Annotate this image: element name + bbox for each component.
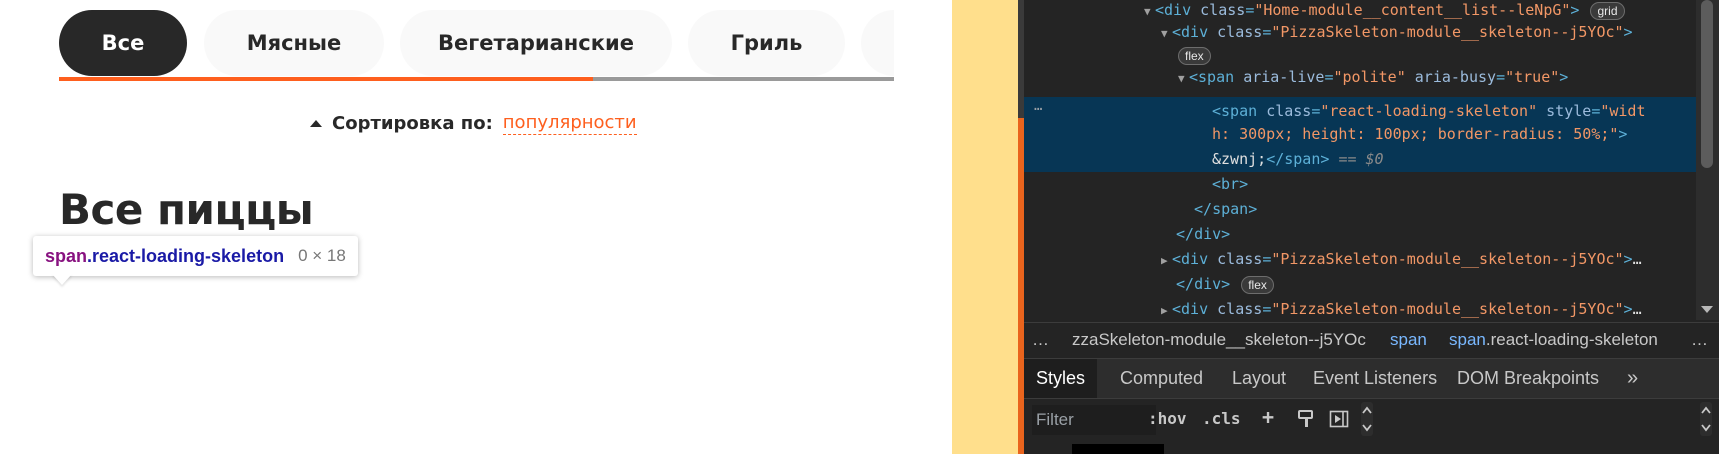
categories-scrollbar[interactable] [59, 77, 894, 81]
devtools-panel: … ▼ <div class="Home-module__content__lis… [1024, 0, 1719, 454]
inspect-tooltip: span .react-loading-skeleton 0 × 18 [33, 236, 358, 276]
styles-scroll-arrows-icon[interactable] [1699, 401, 1713, 437]
breadcrumb-lead[interactable]: … [1032, 323, 1049, 357]
category-next-partial[interactable] [861, 10, 894, 76]
category-all[interactable]: Все [59, 10, 187, 76]
page-side-strip [952, 0, 1018, 454]
add-rule-icon[interactable]: + [1262, 405, 1274, 429]
breadcrumb-item-skeleton[interactable]: zzaSkeleton-module__skeleton--j5YOc [1072, 323, 1366, 357]
web-page: Все Мясные Вегетарианские Гриль Сортиров… [0, 0, 952, 454]
sort-control: Сортировка по: популярности [310, 112, 637, 135]
breadcrumb-item-span[interactable]: span [1390, 323, 1427, 357]
styles-toolbar: :hov .cls + [1024, 398, 1719, 440]
cls-toggle[interactable]: .cls [1202, 409, 1241, 428]
categories-scrollbar-thumb[interactable] [59, 77, 594, 81]
dom-line-zwnj[interactable]: &zwnj;</span> == $0 [1212, 147, 1384, 172]
tab-dom-breakpoints[interactable]: DOM Breakpoints [1457, 359, 1599, 398]
collapse-triangle-icon[interactable]: ▶ [1161, 248, 1172, 273]
expand-triangle-icon[interactable]: ▼ [1161, 21, 1172, 46]
sort-label: Сортировка по: [332, 113, 493, 134]
dom-line-close-div[interactable]: </div> [1176, 222, 1230, 247]
dom-line-selected-span[interactable]: <span class="react-loading-skeleton" sty… [1212, 99, 1646, 124]
toggle-sidebar-icon[interactable] [1329, 409, 1349, 429]
dom-line-br[interactable]: <br> [1212, 172, 1248, 197]
sort-arrow-icon[interactable] [310, 120, 322, 127]
styles-pane-start [1024, 440, 1719, 454]
styles-filter-input[interactable] [1032, 405, 1156, 435]
dom-line-skeleton[interactable]: ▼ <div class="PizzaSkeleton-module__skele… [1161, 20, 1633, 45]
category-meat[interactable]: Мясные [204, 10, 384, 76]
grid-badge[interactable]: grid [1590, 1, 1625, 20]
elements-tree: … ▼ <div class="Home-module__content__lis… [1024, 0, 1696, 320]
tooltip-size: 0 × 18 [298, 246, 346, 265]
hov-toggle[interactable]: :hov [1148, 409, 1187, 428]
page-title: Все пиццы [59, 185, 314, 234]
tab-computed[interactable]: Computed [1120, 359, 1203, 398]
elements-scrollbar-thumb[interactable] [1701, 0, 1713, 168]
flex-badge[interactable]: flex [1178, 46, 1211, 65]
node-actions-icon[interactable]: … [1034, 97, 1042, 115]
tabs-overflow-icon[interactable]: » [1627, 359, 1638, 398]
tooltip-class: .react-loading-skeleton [87, 245, 285, 266]
tab-event-listeners[interactable]: Event Listeners [1313, 359, 1437, 398]
paint-brush-icon[interactable] [1296, 409, 1316, 429]
category-grill[interactable]: Гриль [688, 10, 845, 76]
dom-line-close-span[interactable]: </span> [1194, 197, 1257, 222]
category-vegetarian[interactable]: Вегетарианские [400, 10, 672, 76]
toolbar-scroll-arrows-icon[interactable] [1360, 401, 1374, 437]
tooltip-tag: span [45, 245, 88, 266]
breadcrumb-item-current[interactable]: span.react-loading-skeleton [1449, 323, 1658, 357]
dom-line-aria-span[interactable]: ▼ <span aria-live="polite" aria-busy="tru… [1178, 65, 1568, 90]
categories-row: Все Мясные Вегетарианские Гриль [59, 10, 894, 76]
styles-tabbar: Styles Computed Layout Event Listeners D… [1024, 358, 1719, 398]
dom-line-skeleton-2[interactable]: ▶ <div class="PizzaSkeleton-module__skele… [1161, 247, 1642, 272]
expand-triangle-icon[interactable]: ▼ [1178, 66, 1189, 91]
tab-layout[interactable]: Layout [1232, 359, 1286, 398]
dom-line-close-div-2[interactable]: </div> flex [1176, 272, 1274, 297]
flex-badge[interactable]: flex [1241, 275, 1274, 294]
dom-line-selected-span-cont[interactable]: h: 300px; height: 100px; border-radius: … [1212, 122, 1627, 147]
dom-breadcrumb: … zzaSkeleton-module__skeleton--j5YOc sp… [1024, 322, 1719, 358]
sort-value-link[interactable]: популярности [502, 112, 637, 135]
breadcrumb-more[interactable]: … [1691, 323, 1708, 357]
tooltip-pointer [52, 274, 72, 285]
tab-styles[interactable]: Styles [1024, 359, 1098, 398]
scroll-down-icon[interactable] [1701, 306, 1713, 313]
expand-triangle-icon[interactable]: ▼ [1144, 0, 1155, 24]
elements-scrollbar[interactable] [1696, 0, 1719, 320]
collapse-triangle-icon[interactable]: ▶ [1161, 298, 1172, 320]
dom-line-skeleton-3[interactable]: ▶ <div class="PizzaSkeleton-module__skele… [1161, 297, 1642, 320]
